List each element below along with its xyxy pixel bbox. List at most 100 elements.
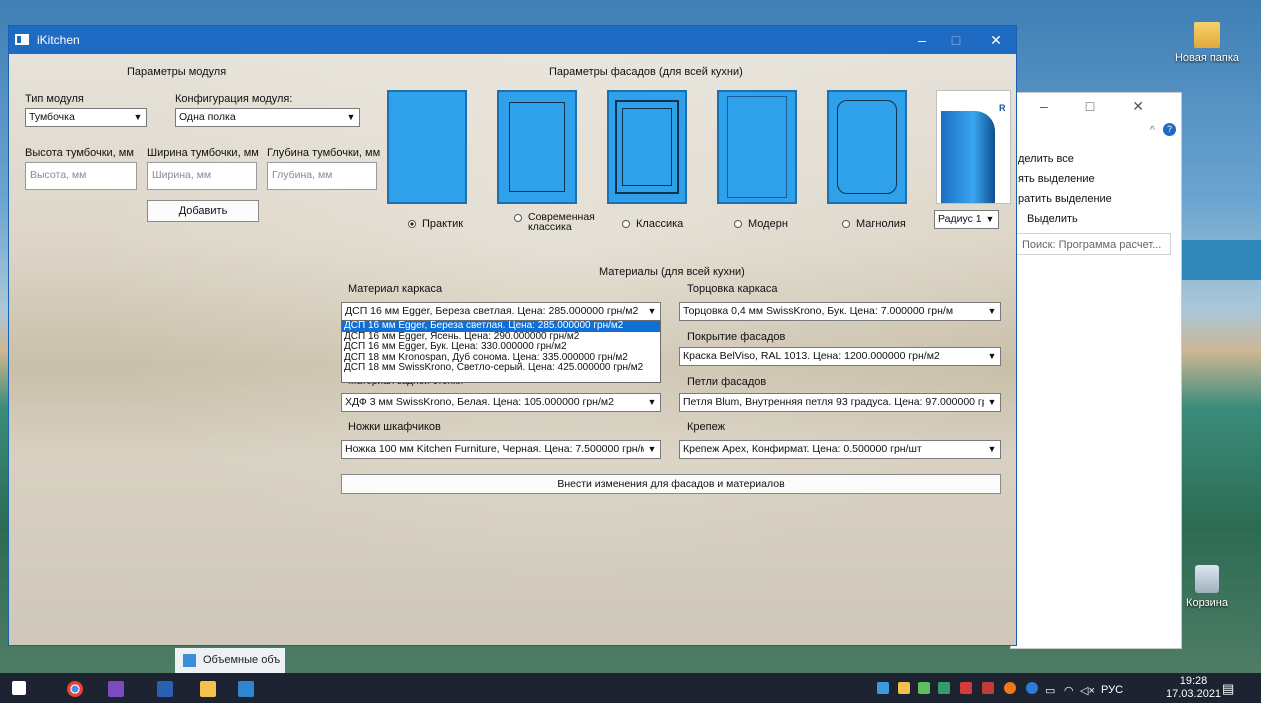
desktop-icon-label: Корзина [1186,597,1228,609]
clock[interactable]: 19:28 17.03.2021 [1166,675,1221,701]
chrome-icon[interactable] [67,681,83,697]
fasteners-label: Крепеж [687,421,725,433]
network-icon[interactable]: ▭ [1045,684,1055,697]
desktop-icon-new-folder[interactable]: Новая папка [1172,22,1242,64]
language-indicator[interactable]: РУС [1101,684,1123,696]
style-label: Современная классика [528,211,595,233]
bluetooth-icon[interactable] [1026,682,1038,694]
explorer-select-all[interactable]: делить все [1018,153,1074,165]
chevron-down-icon[interactable]: ▼ [982,211,998,228]
style-radio-magnolia[interactable]: Магнолия [842,218,906,230]
chevron-down-icon[interactable]: ▼ [984,441,1000,458]
style-radio-modern-classic[interactable]: Современная классика [514,212,595,232]
module-type-select[interactable]: Тумбочка ▼ [25,108,147,127]
help-icon[interactable]: ? [1163,123,1176,136]
coating-select[interactable]: Краска BelViso, RAL 1013. Цена: 1200.000… [679,347,1001,366]
radio-selected-icon [408,220,416,229]
wifi-icon[interactable]: ◠ [1064,684,1074,697]
facade-preview-classic[interactable] [607,90,687,204]
edge-value: Торцовка 0,4 мм SwissKrono, Бук. Цена: 7… [683,305,954,317]
materials-title: Материалы (для всей кухни) [599,266,745,278]
tray-gear-icon[interactable] [982,682,994,694]
height-input[interactable]: Высота, мм [25,162,137,190]
facade-preview-practic[interactable] [387,90,467,204]
file-explorer-icon[interactable] [200,681,216,697]
coating-label: Покрытие фасадов [687,331,786,343]
chevron-down-icon[interactable]: ▼ [984,394,1000,411]
edge-radius-preview: R [936,90,1011,204]
width-input[interactable]: Ширина, мм [147,162,257,190]
legs-label: Ножки шкафчиков [348,421,441,433]
facade-frame [509,102,565,192]
explorer-search-input[interactable]: Поиск: Программа расчет... [1016,233,1171,255]
style-radio-modern[interactable]: Модерн [734,218,788,230]
facade-frame [837,100,897,194]
apply-materials-button[interactable]: Внести изменения для фасадов и материало… [341,474,1001,494]
clock-date: 17.03.2021 [1166,688,1222,700]
close-button[interactable]: ✕ [981,30,1011,50]
style-radio-practic[interactable]: Практик [408,218,463,230]
tray-antivirus-icon[interactable] [960,682,972,694]
frame-material-dropdown-list[interactable]: ДСП 16 мм Egger, Береза светлая. Цена: 2… [341,320,661,383]
tray-flag-icon[interactable] [898,682,910,694]
tray-sheet-icon[interactable] [918,682,930,694]
desktop-sea [1180,240,1261,280]
module-config-select[interactable]: Одна полка ▼ [175,108,360,127]
facade-params-title: Параметры фасадов (для всей кухни) [549,66,743,78]
facade-frame [727,96,787,198]
app-icon [15,34,29,45]
facade-preview-modern[interactable] [717,90,797,204]
add-button[interactable]: Добавить [147,200,259,222]
dropdown-option[interactable]: ДСП 18 мм SwissKrono, Светло-серый. Цена… [342,362,660,374]
depth-input[interactable]: Глубина, мм [267,162,377,190]
back-wall-select[interactable]: ХДФ 3 мм SwissKrono, Белая. Цена: 105.00… [341,393,661,412]
chevron-down-icon[interactable]: ▼ [644,441,660,458]
chevron-down-icon[interactable]: ▼ [130,109,146,126]
module-type-label: Тип модуля [25,93,84,105]
style-label: Модерн [748,218,788,230]
facade-preview-modern-classic[interactable] [497,90,577,204]
dropdown-option[interactable]: ДСП 16 мм Egger, Береза светлая. Цена: 2… [342,320,660,332]
dropdown-option[interactable]: ДСП 16 мм Egger, Бук. Цена: 330.000000 г… [342,341,660,353]
edge-profile-shape [941,111,995,203]
tray-app-icon[interactable] [877,682,889,694]
taskbar-window-preview[interactable]: Объемные объ [175,648,285,673]
tray-orange-icon[interactable] [1004,682,1016,694]
ikitchen-window: iKitchen – □ ✕ Параметры модуля Тип моду… [8,25,1017,646]
tray-chart-icon[interactable] [938,682,950,694]
legs-value: Ножка 100 мм Kitchen Furniture, Черная. … [345,443,654,455]
app-window-icon[interactable] [238,681,254,697]
frame-material-select[interactable]: ДСП 16 мм Egger, Береза светлая. Цена: 2… [341,302,661,321]
chevron-down-icon[interactable]: ▼ [984,303,1000,320]
windows-start-icon[interactable] [12,681,26,695]
explorer-invert-selection[interactable]: ратить выделение [1018,193,1112,205]
word-icon[interactable] [157,681,173,697]
module-type-value: Тумбочка [29,111,75,123]
style-label: Практик [422,218,464,230]
fasteners-select[interactable]: Крепеж Apex, Конфирмат. Цена: 0.500000 г… [679,440,1001,459]
explorer-window-controls[interactable]: –□✕ [1040,98,1182,115]
minimize-button[interactable]: – [907,30,937,50]
volume-icon[interactable]: ◁× [1080,684,1095,697]
style-label: Магнолия [856,218,906,230]
facade-preview-magnolia[interactable] [827,90,907,204]
title-bar[interactable]: iKitchen – □ ✕ [9,26,1016,54]
desktop-icon-recycle-bin[interactable]: Корзина [1172,565,1242,609]
chevron-down-icon[interactable]: ▼ [644,303,660,320]
ribbon-collapse-icon[interactable]: ^ [1150,125,1155,136]
edge-select[interactable]: Торцовка 0,4 мм SwissKrono, Бук. Цена: 7… [679,302,1001,321]
chevron-down-icon[interactable]: ▼ [644,394,660,411]
notifications-icon[interactable]: ▤ [1222,681,1234,697]
explorer-select-none[interactable]: ять выделение [1018,173,1095,185]
chevron-down-icon[interactable]: ▼ [343,109,359,126]
maximize-button[interactable]: □ [941,30,971,50]
radius-select[interactable]: Радиус 1 ▼ [934,210,999,229]
radio-icon [514,214,522,222]
legs-select[interactable]: Ножка 100 мм Kitchen Furniture, Черная. … [341,440,661,459]
chevron-down-icon[interactable]: ▼ [984,348,1000,365]
style-radio-classic[interactable]: Классика [622,218,683,230]
module-params-title: Параметры модуля [127,66,227,78]
coating-value: Краска BelViso, RAL 1013. Цена: 1200.000… [683,350,940,362]
visual-studio-icon[interactable] [108,681,124,697]
hinges-select[interactable]: Петля Blum, Внутренняя петля 93 градуса.… [679,393,1001,412]
